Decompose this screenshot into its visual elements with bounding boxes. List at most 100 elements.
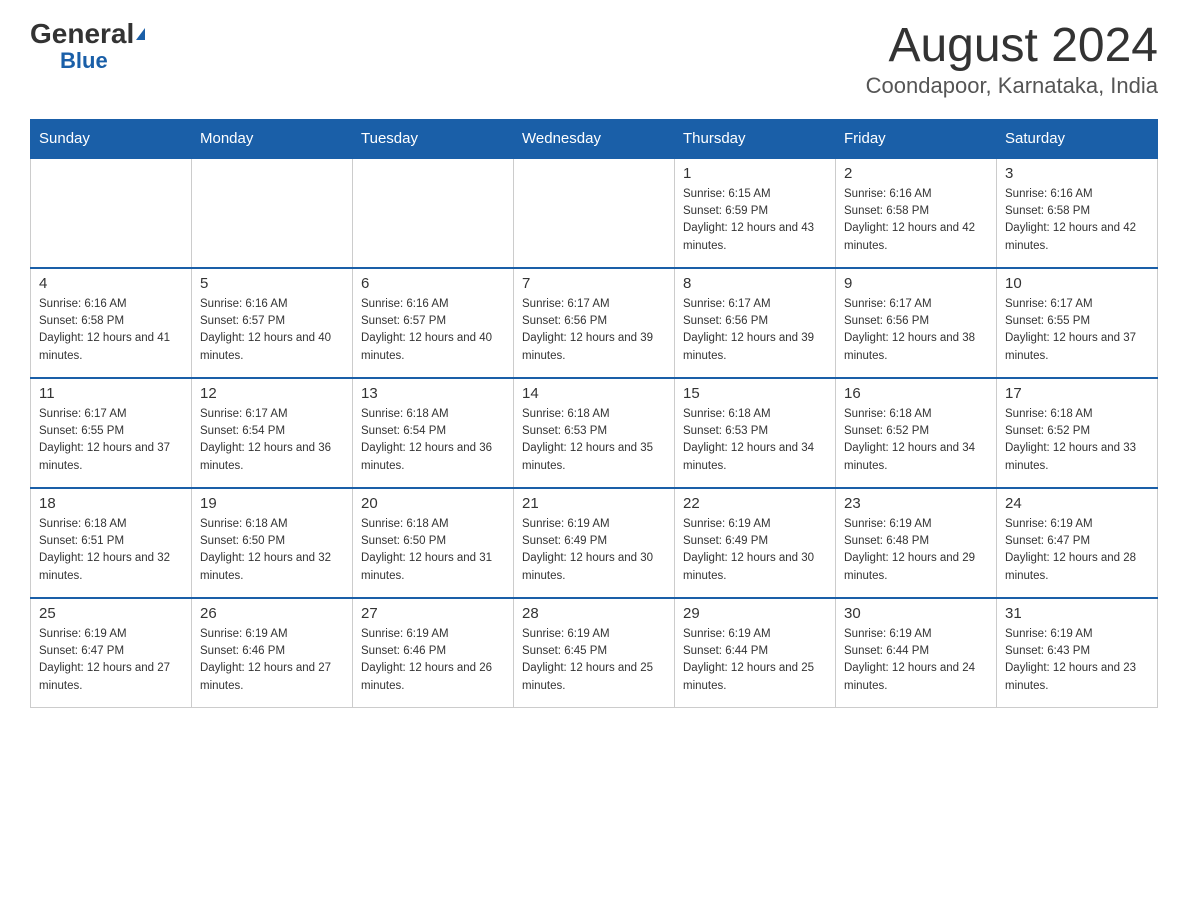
day-info: Sunrise: 6:17 AMSunset: 6:56 PMDaylight:… <box>844 296 988 365</box>
day-number: 1 <box>683 165 827 182</box>
table-row: 27 Sunrise: 6:19 AMSunset: 6:46 PMDayligh… <box>353 598 514 708</box>
day-number: 26 <box>200 605 344 622</box>
day-info: Sunrise: 6:19 AMSunset: 6:47 PMDaylight:… <box>39 626 183 695</box>
table-row: 4Sunrise: 6:16 AMSunset: 6:58 PMDaylight… <box>31 268 192 378</box>
logo-blue-text: Blue <box>60 48 108 74</box>
table-row: 12 Sunrise: 6:17 AMSunset: 6:54 PMDayligh… <box>192 378 353 488</box>
day-info: Sunrise: 6:19 AMSunset: 6:48 PMDaylight:… <box>844 516 988 585</box>
table-row <box>514 158 675 268</box>
day-number: 14 <box>522 385 666 402</box>
calendar-header-row: Sunday Monday Tuesday Wednesday Thursday… <box>31 119 1158 158</box>
day-number: 30 <box>844 605 988 622</box>
day-info: Sunrise: 6:17 AMSunset: 6:56 PMDaylight:… <box>683 296 827 365</box>
day-info: Sunrise: 6:18 AMSunset: 6:54 PMDaylight:… <box>361 406 505 475</box>
table-row: 31 Sunrise: 6:19 AMSunset: 6:43 PMDayligh… <box>997 598 1158 708</box>
table-row: 17 Sunrise: 6:18 AMSunset: 6:52 PMDayligh… <box>997 378 1158 488</box>
day-info: Sunrise: 6:19 AMSunset: 6:49 PMDaylight:… <box>683 516 827 585</box>
day-info: Sunrise: 6:18 AMSunset: 6:51 PMDaylight:… <box>39 516 183 585</box>
table-row: 13Sunrise: 6:18 AMSunset: 6:54 PMDayligh… <box>353 378 514 488</box>
day-number: 31 <box>1005 605 1149 622</box>
table-row: 26 Sunrise: 6:19 AMSunset: 6:46 PMDayligh… <box>192 598 353 708</box>
table-row: 10 Sunrise: 6:17 AMSunset: 6:55 PMDayligh… <box>997 268 1158 378</box>
day-number: 8 <box>683 275 827 292</box>
table-row <box>192 158 353 268</box>
day-info: Sunrise: 6:16 AMSunset: 6:57 PMDaylight:… <box>200 296 344 365</box>
day-info: Sunrise: 6:19 AMSunset: 6:47 PMDaylight:… <box>1005 516 1149 585</box>
day-number: 11 <box>39 385 183 402</box>
day-info: Sunrise: 6:18 AMSunset: 6:50 PMDaylight:… <box>200 516 344 585</box>
table-row: 6 Sunrise: 6:16 AMSunset: 6:57 PMDaylight… <box>353 268 514 378</box>
logo-general-text: General <box>30 20 145 48</box>
day-number: 18 <box>39 495 183 512</box>
calendar-week-row: 18 Sunrise: 6:18 AMSunset: 6:51 PMDayligh… <box>31 488 1158 598</box>
table-row: 8 Sunrise: 6:17 AMSunset: 6:56 PMDaylight… <box>675 268 836 378</box>
calendar-week-row: 25 Sunrise: 6:19 AMSunset: 6:47 PMDayligh… <box>31 598 1158 708</box>
day-info: Sunrise: 6:15 AMSunset: 6:59 PMDaylight:… <box>683 186 827 255</box>
calendar-title: August 2024 <box>866 20 1158 73</box>
table-row: 7Sunrise: 6:17 AMSunset: 6:56 PMDaylight… <box>514 268 675 378</box>
table-row <box>353 158 514 268</box>
day-info: Sunrise: 6:19 AMSunset: 6:45 PMDaylight:… <box>522 626 666 695</box>
calendar-subtitle: Coondapoor, Karnataka, India <box>866 73 1158 99</box>
table-row: 29 Sunrise: 6:19 AMSunset: 6:44 PMDayligh… <box>675 598 836 708</box>
day-number: 27 <box>361 605 505 622</box>
day-number: 12 <box>200 385 344 402</box>
table-row: 3 Sunrise: 6:16 AMSunset: 6:58 PMDaylight… <box>997 158 1158 268</box>
table-row: 24 Sunrise: 6:19 AMSunset: 6:47 PMDayligh… <box>997 488 1158 598</box>
day-number: 21 <box>522 495 666 512</box>
day-number: 19 <box>200 495 344 512</box>
table-row: 14Sunrise: 6:18 AMSunset: 6:53 PMDayligh… <box>514 378 675 488</box>
col-thursday: Thursday <box>675 119 836 158</box>
calendar-week-row: 11 Sunrise: 6:17 AMSunset: 6:55 PMDayligh… <box>31 378 1158 488</box>
table-row: 25 Sunrise: 6:19 AMSunset: 6:47 PMDayligh… <box>31 598 192 708</box>
day-number: 29 <box>683 605 827 622</box>
col-saturday: Saturday <box>997 119 1158 158</box>
day-info: Sunrise: 6:19 AMSunset: 6:46 PMDaylight:… <box>200 626 344 695</box>
day-info: Sunrise: 6:17 AMSunset: 6:55 PMDaylight:… <box>39 406 183 475</box>
day-number: 2 <box>844 165 988 182</box>
col-monday: Monday <box>192 119 353 158</box>
day-number: 10 <box>1005 275 1149 292</box>
day-info: Sunrise: 6:16 AMSunset: 6:58 PMDaylight:… <box>39 296 183 365</box>
day-number: 20 <box>361 495 505 512</box>
title-block: August 2024 Coondapoor, Karnataka, India <box>866 20 1158 99</box>
day-info: Sunrise: 6:19 AMSunset: 6:44 PMDaylight:… <box>683 626 827 695</box>
day-number: 24 <box>1005 495 1149 512</box>
calendar-week-row: 1 Sunrise: 6:15 AMSunset: 6:59 PMDaylight… <box>31 158 1158 268</box>
day-number: 3 <box>1005 165 1149 182</box>
day-number: 5 <box>200 275 344 292</box>
day-info: Sunrise: 6:18 AMSunset: 6:52 PMDaylight:… <box>1005 406 1149 475</box>
day-info: Sunrise: 6:19 AMSunset: 6:46 PMDaylight:… <box>361 626 505 695</box>
table-row: 2 Sunrise: 6:16 AMSunset: 6:58 PMDaylight… <box>836 158 997 268</box>
day-info: Sunrise: 6:16 AMSunset: 6:57 PMDaylight:… <box>361 296 505 365</box>
day-info: Sunrise: 6:16 AMSunset: 6:58 PMDaylight:… <box>844 186 988 255</box>
table-row: 15Sunrise: 6:18 AMSunset: 6:53 PMDayligh… <box>675 378 836 488</box>
day-info: Sunrise: 6:17 AMSunset: 6:55 PMDaylight:… <box>1005 296 1149 365</box>
day-number: 22 <box>683 495 827 512</box>
table-row: 22 Sunrise: 6:19 AMSunset: 6:49 PMDayligh… <box>675 488 836 598</box>
table-row: 28 Sunrise: 6:19 AMSunset: 6:45 PMDayligh… <box>514 598 675 708</box>
day-info: Sunrise: 6:19 AMSunset: 6:43 PMDaylight:… <box>1005 626 1149 695</box>
table-row: 19 Sunrise: 6:18 AMSunset: 6:50 PMDayligh… <box>192 488 353 598</box>
day-info: Sunrise: 6:19 AMSunset: 6:49 PMDaylight:… <box>522 516 666 585</box>
table-row: 23Sunrise: 6:19 AMSunset: 6:48 PMDayligh… <box>836 488 997 598</box>
day-number: 6 <box>361 275 505 292</box>
day-info: Sunrise: 6:17 AMSunset: 6:54 PMDaylight:… <box>200 406 344 475</box>
table-row: 21 Sunrise: 6:19 AMSunset: 6:49 PMDayligh… <box>514 488 675 598</box>
calendar-week-row: 4Sunrise: 6:16 AMSunset: 6:58 PMDaylight… <box>31 268 1158 378</box>
day-number: 28 <box>522 605 666 622</box>
day-info: Sunrise: 6:16 AMSunset: 6:58 PMDaylight:… <box>1005 186 1149 255</box>
day-number: 9 <box>844 275 988 292</box>
day-info: Sunrise: 6:18 AMSunset: 6:52 PMDaylight:… <box>844 406 988 475</box>
table-row: 16 Sunrise: 6:18 AMSunset: 6:52 PMDayligh… <box>836 378 997 488</box>
col-friday: Friday <box>836 119 997 158</box>
day-number: 16 <box>844 385 988 402</box>
day-info: Sunrise: 6:18 AMSunset: 6:53 PMDaylight:… <box>683 406 827 475</box>
table-row: 1 Sunrise: 6:15 AMSunset: 6:59 PMDaylight… <box>675 158 836 268</box>
table-row: 9 Sunrise: 6:17 AMSunset: 6:56 PMDaylight… <box>836 268 997 378</box>
col-wednesday: Wednesday <box>514 119 675 158</box>
day-number: 25 <box>39 605 183 622</box>
day-number: 17 <box>1005 385 1149 402</box>
col-tuesday: Tuesday <box>353 119 514 158</box>
day-number: 7 <box>522 275 666 292</box>
